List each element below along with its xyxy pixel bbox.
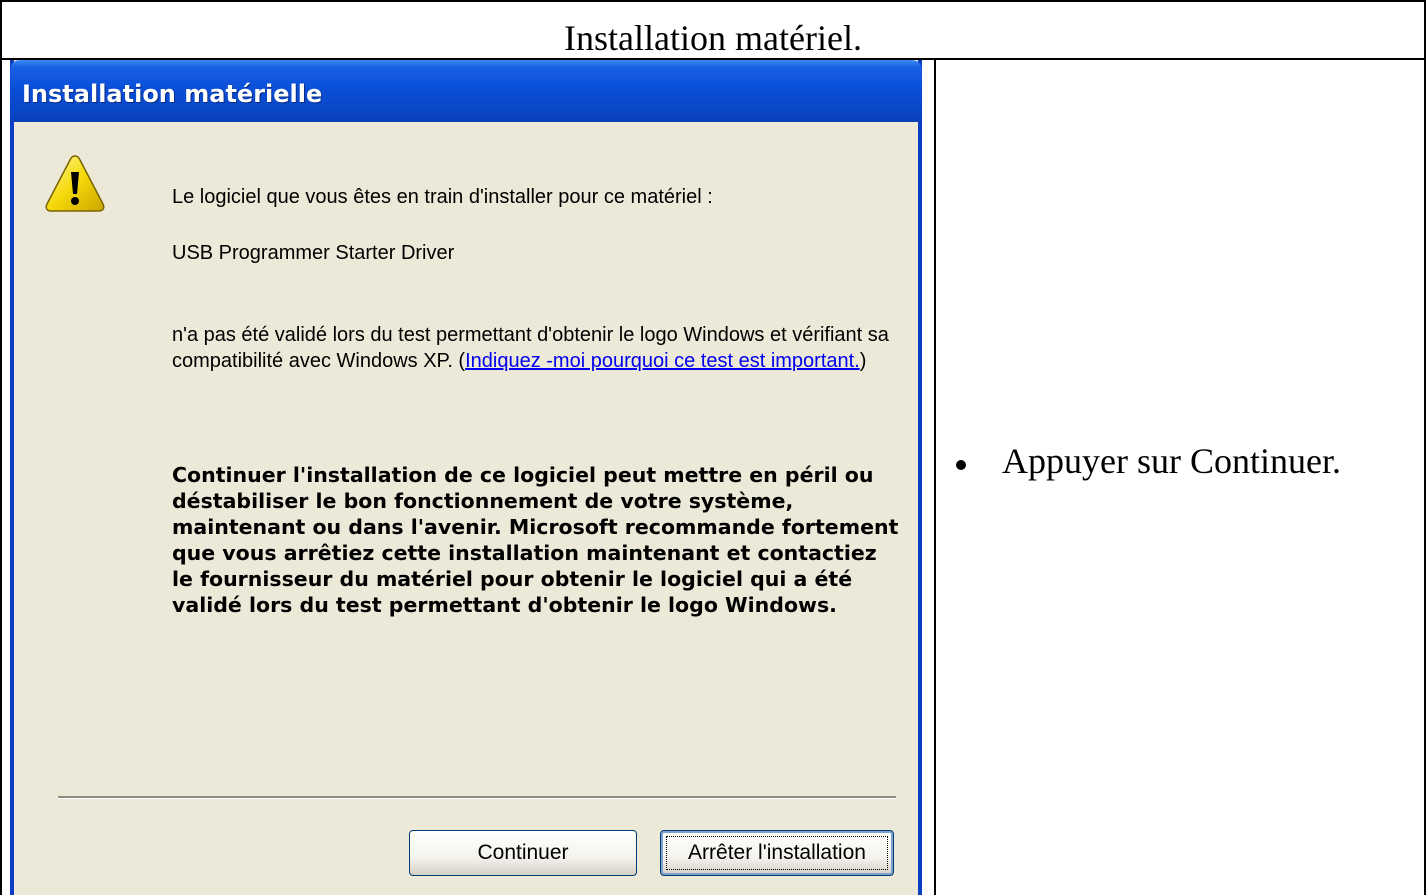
instruction-text: Appuyer sur Continuer.	[1002, 441, 1341, 481]
hardware-installation-dialog: Installation matérielle Le logiciel que …	[10, 60, 922, 895]
stop-installation-button-label: Arrêter l'installation	[688, 841, 866, 864]
warning-paragraph: Continuer l'installation de ce logiciel …	[172, 463, 899, 617]
driver-name: USB Programmer Starter Driver	[172, 242, 455, 264]
intro-text: Le logiciel que vous êtes en train d'ins…	[172, 186, 713, 208]
screenshot-cell: Installation matérielle Le logiciel que …	[2, 60, 936, 895]
why-important-link[interactable]: Indiquez -moi pourquoi ce test est impor…	[465, 350, 860, 372]
dialog-separator	[58, 796, 896, 799]
table-header-cell: Installation matériel.	[2, 2, 1424, 60]
table-header-title: Installation matériel.	[564, 18, 862, 58]
validation-paragraph: n'a pas été validé lors du test permetta…	[172, 322, 902, 374]
continue-button[interactable]: Continuer	[409, 830, 637, 876]
dialog-title: Installation matérielle	[22, 80, 323, 108]
stop-installation-button[interactable]: Arrêter l'installation	[660, 830, 894, 876]
validation-close: )	[859, 350, 867, 372]
warning-icon	[45, 155, 105, 212]
dialog-titlebar[interactable]: Installation matérielle	[10, 60, 922, 122]
document-table: Installation matériel. Installation maté…	[0, 0, 1426, 895]
bullet-icon	[956, 460, 966, 470]
continue-button-label: Continuer	[477, 841, 569, 864]
instruction-cell: Appuyer sur Continuer.	[936, 60, 1424, 895]
